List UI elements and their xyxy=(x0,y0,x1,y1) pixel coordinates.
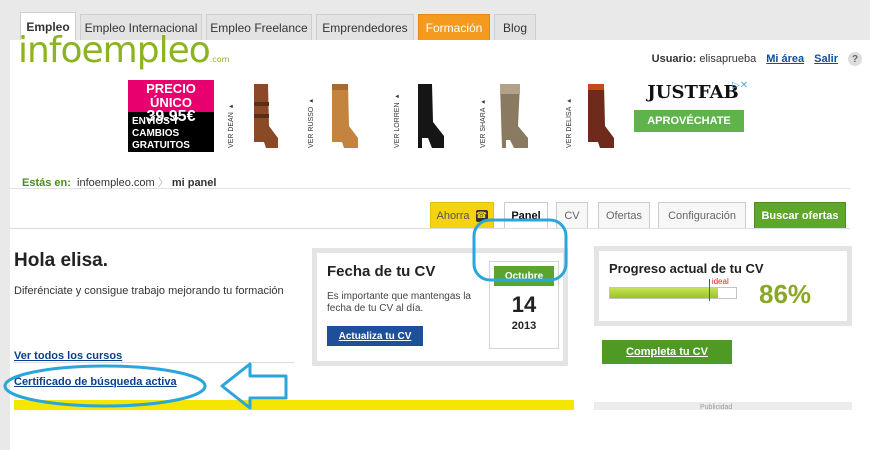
ad-banner[interactable]: PRECIO ÚNICO 39.95€ ENVÍOS Y CAMBIOS GRAT… xyxy=(10,78,853,154)
boot-image[interactable] xyxy=(492,82,532,152)
aprovechate-button[interactable]: APROVÉCHATE xyxy=(634,110,744,132)
divider xyxy=(10,188,850,189)
boot-label-lorren[interactable]: VER LORREN ▸ xyxy=(394,88,402,148)
promo-price-line1: PRECIO ÚNICO xyxy=(146,81,196,110)
ideal-marker xyxy=(708,279,710,301)
completa-cv-button[interactable]: Completa tu CV xyxy=(602,340,732,364)
logo-suffix: .com xyxy=(209,55,230,64)
progress-fill xyxy=(610,288,719,298)
logo-text: infoempleo xyxy=(18,30,211,71)
boot-image[interactable] xyxy=(242,82,282,152)
greeting-subtitle: Diferénciate y consigue trabajo mejorand… xyxy=(14,285,284,297)
cv-date-title: Fecha de tu CV xyxy=(327,263,436,280)
tab-ahorra[interactable]: Ahorra ☎ xyxy=(430,202,494,228)
user-label: Usuario: xyxy=(651,53,697,65)
calendar-day: 14 xyxy=(511,292,537,317)
user-name: elisaprueba xyxy=(699,53,757,65)
divider xyxy=(10,228,850,229)
progress-percent: 86% xyxy=(759,279,812,309)
logo[interactable]: infoempleo.com xyxy=(18,30,229,71)
tab-ahorra-label: Ahorra xyxy=(436,209,470,222)
sidebar-ad-label: Publicidad xyxy=(700,404,733,411)
tab-blog[interactable]: Blog xyxy=(494,14,536,40)
boot-label-russo[interactable]: VER RUSSO ▸ xyxy=(308,88,316,148)
cv-date-card: Fecha de tu CV Es importante que manteng… xyxy=(312,248,568,366)
cv-progress-title: Progreso actual de tu CV xyxy=(609,261,764,276)
boot-image[interactable] xyxy=(408,82,448,152)
progress-bar xyxy=(609,287,737,299)
phone-icon: ☎ xyxy=(475,209,488,222)
calendar: Octubre 14 2013 xyxy=(489,261,559,349)
cv-progress-card: Progreso actual de tu CV ideal 86% xyxy=(594,246,852,326)
tab-emprendedores[interactable]: Emprendedores xyxy=(316,14,414,40)
cv-date-description: Es importante que mantengas la fecha de … xyxy=(327,291,471,314)
tab-panel[interactable]: Panel xyxy=(504,202,548,228)
salir-link[interactable]: Salir xyxy=(814,53,838,65)
calendar-month: Octubre xyxy=(494,266,554,286)
promo-shipping: ENVÍOS Y CAMBIOS GRATUITOS xyxy=(132,116,190,151)
buscar-ofertas-button[interactable]: Buscar ofertas xyxy=(754,202,846,228)
ver-cursos-link[interactable]: Ver todos los cursos xyxy=(14,350,122,362)
boot-label-shara[interactable]: VER SHARA ▸ xyxy=(480,88,488,148)
tab-configuracion[interactable]: Configuración xyxy=(658,202,746,228)
boot-label-delisa[interactable]: VER DELISA ▸ xyxy=(566,88,574,148)
calendar-year: 2013 xyxy=(511,320,537,332)
help-icon[interactable]: ? xyxy=(848,52,862,66)
boot-image[interactable] xyxy=(578,82,618,152)
certificado-link[interactable]: Certificado de búsqueda activa xyxy=(14,376,177,388)
actualiza-cv-button[interactable]: Actualiza tu CV xyxy=(327,326,423,346)
ad-choices-icon[interactable]: ▷✕ xyxy=(732,80,748,91)
boot-image[interactable] xyxy=(322,82,362,152)
yellow-banner xyxy=(14,400,574,410)
tab-formacion[interactable]: Formación xyxy=(418,14,490,40)
tab-ofertas[interactable]: Ofertas xyxy=(598,202,650,228)
boot-label-dean[interactable]: VER DEAN ▸ xyxy=(228,88,236,148)
divider xyxy=(14,362,294,363)
user-bar: Usuario: elisaprueba Mi área Salir ? xyxy=(652,52,862,66)
greeting-title: Hola elisa. xyxy=(14,250,108,271)
ideal-label: ideal xyxy=(711,277,729,286)
mi-area-link[interactable]: Mi área xyxy=(766,53,804,65)
promo-box: PRECIO ÚNICO 39.95€ ENVÍOS Y CAMBIOS GRAT… xyxy=(128,80,214,152)
tab-cv[interactable]: CV xyxy=(556,202,588,228)
